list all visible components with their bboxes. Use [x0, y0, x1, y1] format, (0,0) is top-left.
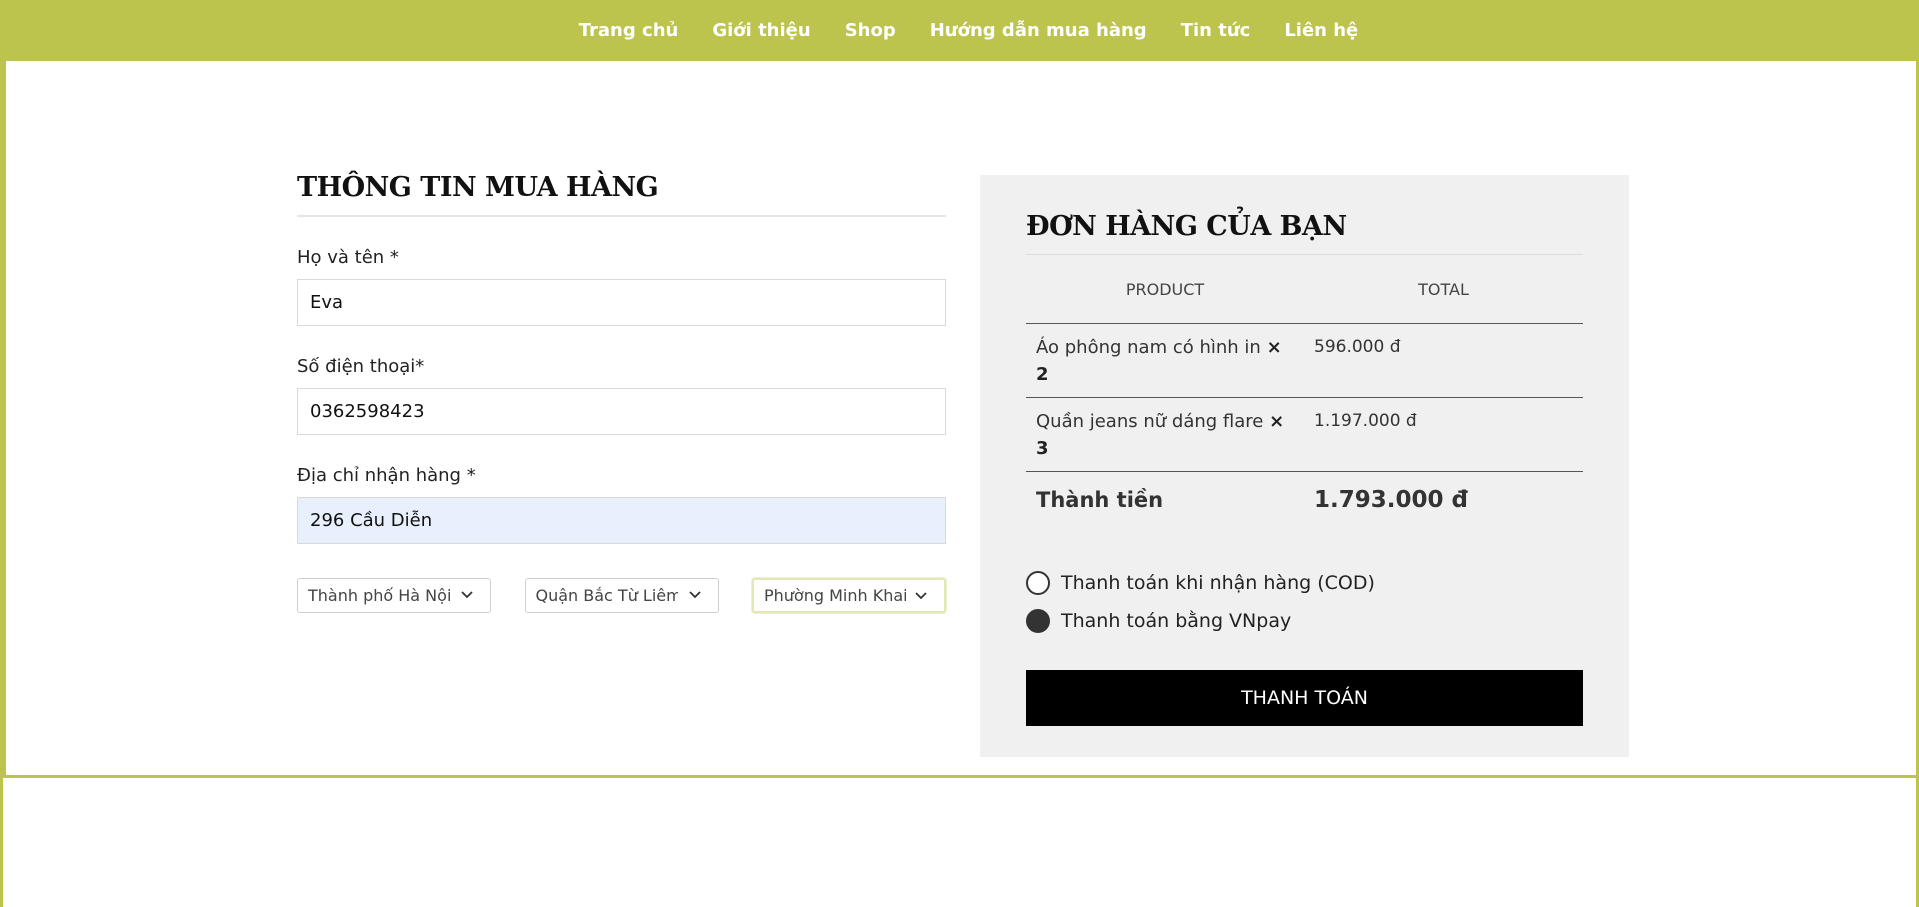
item-name-cell: Quần jeans nữ dáng flare × 3 — [1026, 408, 1304, 471]
radio-button[interactable] — [1026, 571, 1050, 595]
sum-value: 1.793.000 đ — [1314, 486, 1468, 513]
form-title: THÔNG TIN MUA HÀNG — [297, 172, 946, 217]
name-label: Họ và tên * — [297, 247, 399, 268]
ward-value: Phường Minh Khai — [764, 586, 906, 605]
payment-option-cod[interactable]: Thanh toán khi nhận hàng (COD) — [1026, 564, 1583, 602]
nav-buying-guide[interactable]: Hướng dẫn mua hàng — [930, 20, 1147, 41]
times-sign: × — [1266, 337, 1282, 358]
page-frame — [0, 0, 1919, 778]
item-qty: 3 — [1036, 438, 1049, 459]
footer-area — [0, 778, 1919, 907]
phone-input[interactable]: 0362598423 — [297, 388, 946, 435]
city-select[interactable]: Thành phố Hà Nội — [297, 578, 491, 613]
phone-value: 0362598423 — [310, 401, 425, 422]
item-name: Quần jeans nữ dáng flare — [1036, 411, 1264, 432]
city-value: Thành phố Hà Nội — [308, 586, 450, 605]
payment-label: Thanh toán bằng VNpay — [1061, 610, 1292, 632]
checkout-button[interactable]: THANH TOÁN — [1026, 670, 1583, 726]
address-input[interactable]: 296 Cầu Diễn — [297, 497, 946, 544]
nav-home[interactable]: Trang chủ — [579, 20, 679, 41]
nav-about[interactable]: Giới thiệu — [712, 20, 810, 41]
col-total: TOTAL — [1418, 279, 1469, 299]
item-name-cell: Áo phông nam có hình in × 2 — [1026, 334, 1304, 397]
chevron-down-icon — [461, 591, 473, 599]
radio-button[interactable] — [1026, 609, 1050, 633]
chevron-down-icon — [915, 592, 927, 600]
table-header: PRODUCT TOTAL — [1026, 255, 1583, 324]
sum-label: Thành tiền — [1036, 487, 1164, 512]
purchase-info-form: THÔNG TIN MUA HÀNG Họ và tên * Eva Số đi… — [297, 172, 946, 613]
address-value: 296 Cầu Diễn — [310, 510, 433, 531]
ward-select[interactable]: Phường Minh Khai — [752, 578, 946, 613]
order-title: ĐƠN HÀNG CỦA BẠN — [1026, 211, 1583, 255]
item-qty: 2 — [1036, 364, 1049, 385]
payment-label: Thanh toán khi nhận hàng (COD) — [1061, 572, 1375, 594]
table-row: Quần jeans nữ dáng flare × 3 1.197.000 đ — [1026, 398, 1583, 472]
name-value: Eva — [310, 292, 344, 313]
phone-label: Số điện thoại* — [297, 356, 425, 377]
order-table: PRODUCT TOTAL Áo phông nam có hình in × … — [1026, 255, 1583, 527]
item-total: 596.000 đ — [1314, 337, 1401, 357]
top-navigation: Trang chủ Giới thiệu Shop Hướng dẫn mua … — [0, 0, 1919, 61]
nav-news[interactable]: Tin tức — [1181, 20, 1251, 41]
nav-contact[interactable]: Liên hệ — [1284, 20, 1358, 41]
table-row: Áo phông nam có hình in × 2 596.000 đ — [1026, 324, 1583, 398]
times-sign: × — [1269, 411, 1285, 432]
chevron-down-icon — [688, 591, 701, 599]
address-label: Địa chỉ nhận hàng * — [297, 465, 476, 486]
location-selects: Thành phố Hà Nội Quận Bắc Từ Liêm Phường… — [297, 578, 946, 613]
district-select[interactable]: Quận Bắc Từ Liêm — [524, 578, 719, 613]
district-value: Quận Bắc Từ Liêm — [535, 586, 678, 605]
payment-option-vnpay[interactable]: Thanh toán bằng VNpay — [1026, 602, 1583, 640]
item-name: Áo phông nam có hình in — [1036, 337, 1261, 358]
item-total: 1.197.000 đ — [1314, 411, 1417, 431]
nav-shop[interactable]: Shop — [845, 20, 896, 41]
order-summary-panel: ĐƠN HÀNG CỦA BẠN PRODUCT TOTAL Áo phông … — [980, 175, 1629, 757]
payment-methods: Thanh toán khi nhận hàng (COD) Thanh toá… — [1026, 564, 1583, 640]
total-row: Thành tiền 1.793.000 đ — [1026, 472, 1583, 527]
col-product: PRODUCT — [1125, 279, 1205, 299]
name-input[interactable]: Eva — [297, 279, 946, 326]
